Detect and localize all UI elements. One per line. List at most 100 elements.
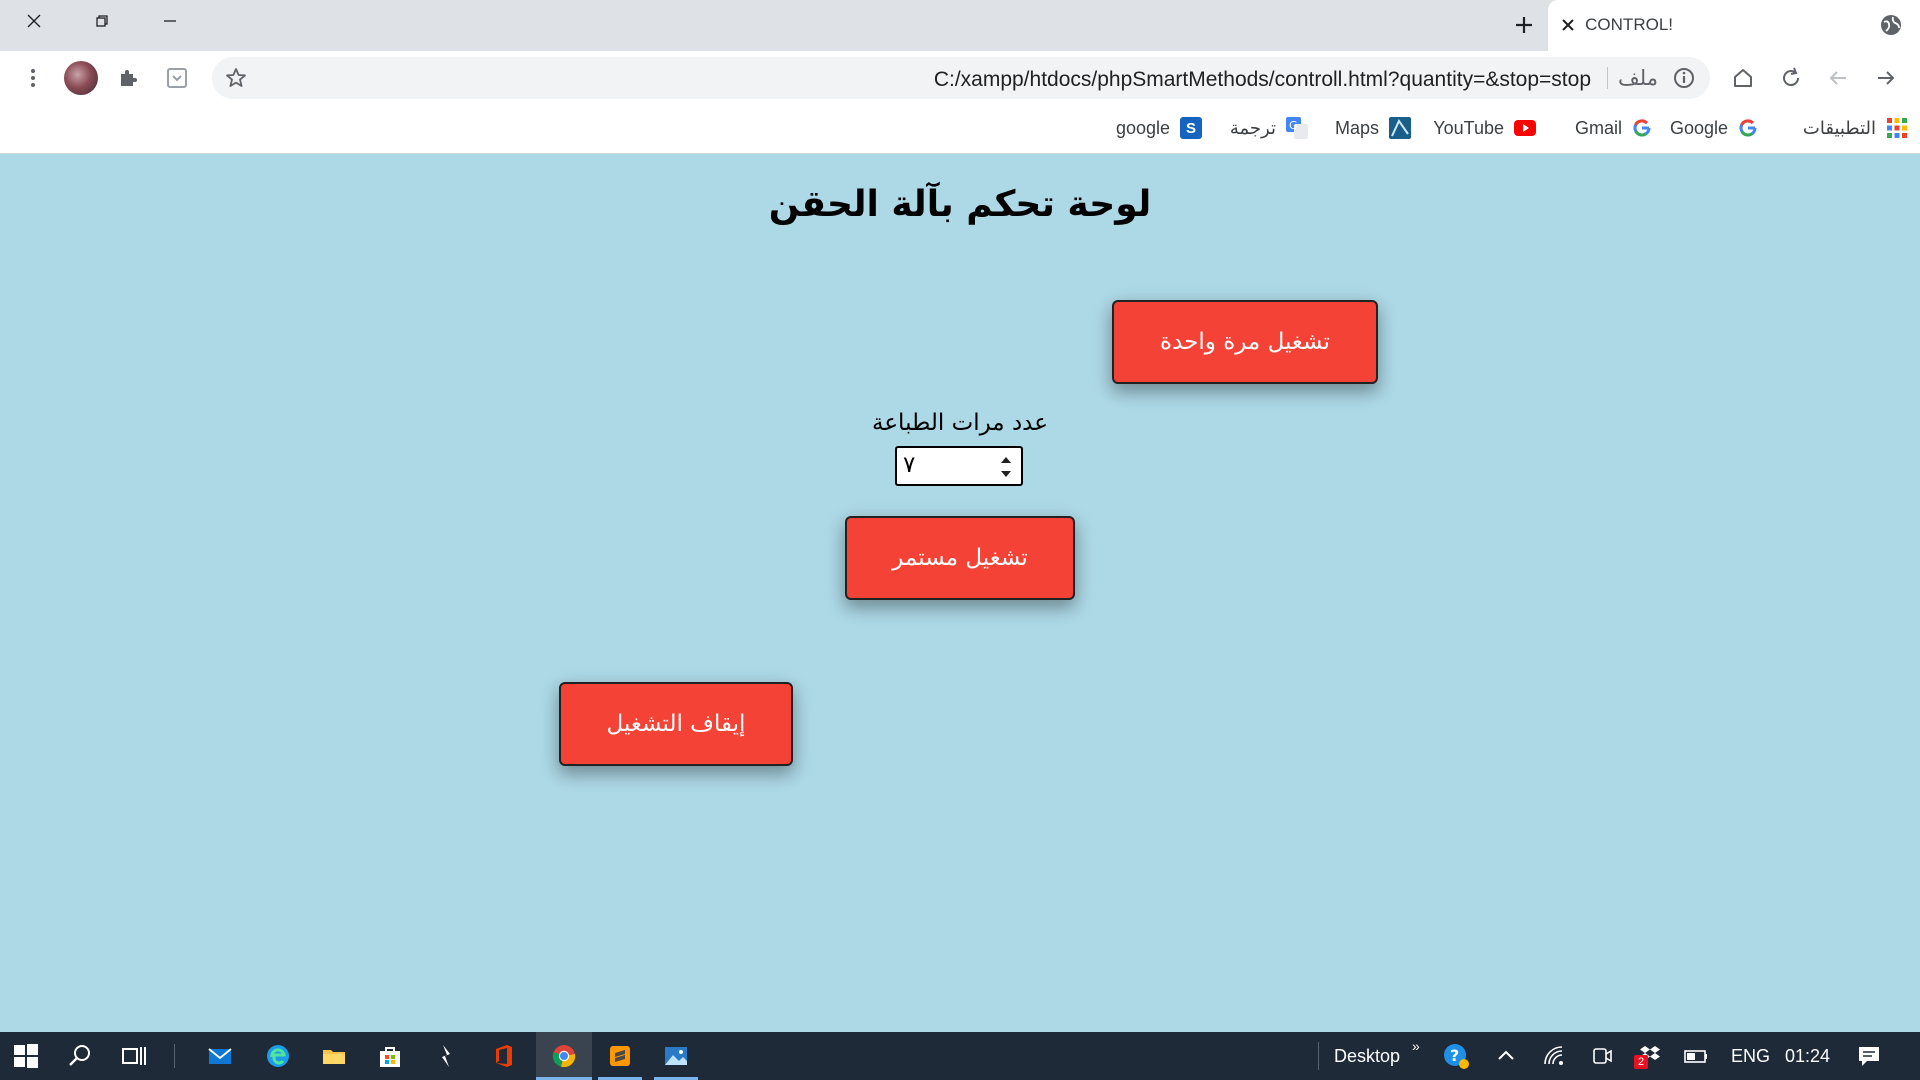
restore-icon: [96, 15, 108, 27]
new-tab-button[interactable]: [1512, 13, 1536, 37]
run-once-button[interactable]: تشغيل مرة واحدة: [1112, 300, 1378, 384]
edge-icon: [267, 1045, 289, 1067]
tab-close-icon[interactable]: [1559, 16, 1577, 34]
url-text[interactable]: C:/xampp/htdocs/phpSmartMethods/controll…: [934, 68, 1591, 92]
bookmark-maps[interactable]: Maps: [1335, 116, 1411, 140]
pocket-icon: [167, 68, 187, 88]
mail-icon: [208, 1048, 232, 1064]
pocket-extension-button[interactable]: [163, 64, 191, 92]
photos-icon: [665, 1047, 687, 1065]
browser-toolbar: C:/xampp/htdocs/phpSmartMethods/controll…: [0, 51, 1920, 105]
google-g-icon: [1633, 119, 1651, 137]
search-icon: [69, 1045, 90, 1066]
page-title: لوحة تحكم بآلة الحقن: [768, 184, 1152, 225]
help-question-icon: ?: [1444, 1044, 1469, 1069]
home-button[interactable]: [1729, 64, 1757, 92]
dropbox-tray-icon[interactable]: 2: [1634, 1040, 1666, 1072]
camera-icon: [1593, 1048, 1612, 1064]
forward-button[interactable]: [1872, 64, 1900, 92]
globe-icon: [1881, 15, 1901, 35]
bookmark-label: Gmail: [1574, 117, 1622, 138]
store-app[interactable]: [374, 1040, 406, 1072]
language-indicator[interactable]: ENG: [1731, 1046, 1770, 1067]
lightning-icon: [442, 1045, 450, 1067]
edge-app[interactable]: [262, 1040, 294, 1072]
bookmark-star-icon[interactable]: [224, 66, 248, 90]
lightning-app[interactable]: [430, 1040, 462, 1072]
window-close-button[interactable]: [0, 0, 68, 42]
bookmark-translate[interactable]: ترجمة G: [1230, 116, 1308, 140]
bookmark-label: Google: [1669, 117, 1728, 138]
clock[interactable]: 01:24: [1785, 1046, 1830, 1067]
chevron-up-icon: [1498, 1050, 1514, 1060]
task-view-icon: [122, 1047, 146, 1065]
info-icon[interactable]: [1672, 66, 1696, 90]
reload-icon: [1783, 67, 1800, 87]
help-tray-icon[interactable]: ?: [1440, 1040, 1472, 1072]
omnibox-divider: [1607, 67, 1608, 89]
bookmark-apps[interactable]: التطبيقات: [1803, 116, 1908, 140]
folder-icon: [323, 1050, 345, 1064]
meet-now-tray-icon[interactable]: [1586, 1040, 1618, 1072]
back-button[interactable]: [1824, 64, 1852, 92]
maps-icon: [1389, 117, 1411, 139]
task-view-button[interactable]: [118, 1040, 150, 1072]
puzzle-icon: [121, 70, 137, 86]
youtube-icon: [1514, 120, 1536, 136]
bookmark-youtube[interactable]: YouTube: [1433, 116, 1536, 140]
tab-control[interactable]: CONTROL!: [1548, 0, 1920, 51]
notification-icon: [1859, 1047, 1879, 1066]
s-icon: S: [1180, 117, 1202, 139]
window-minimize-button[interactable]: [136, 0, 204, 42]
bookmark-google-s[interactable]: google S: [1116, 116, 1202, 140]
google-g-icon: [1739, 119, 1757, 137]
chrome-app[interactable]: [548, 1040, 580, 1072]
bookmark-label: ترجمة: [1229, 117, 1276, 138]
browser-tab-strip: CONTROL!: [0, 0, 1920, 51]
address-bar[interactable]: C:/xampp/htdocs/phpSmartMethods/controll…: [212, 57, 1710, 99]
notification-badge: 2: [1634, 1055, 1648, 1069]
office-app[interactable]: [488, 1040, 520, 1072]
chevron-double-right-icon[interactable]: »: [1412, 1038, 1420, 1054]
chrome-icon: [552, 1045, 576, 1068]
extensions-button[interactable]: [114, 64, 142, 92]
translate-icon: G: [1286, 117, 1308, 139]
wifi-icon: [1544, 1046, 1563, 1065]
menu-button[interactable]: [19, 64, 47, 92]
show-hidden-icons-button[interactable]: [1490, 1040, 1522, 1072]
network-tray-icon[interactable]: [1538, 1040, 1570, 1072]
bookmark-google[interactable]: Google: [1670, 116, 1758, 140]
sublime-app[interactable]: [604, 1040, 636, 1072]
tray-divider: [1318, 1042, 1319, 1070]
windows-taskbar: Desktop » ? 2 ENG 01:24: [0, 1032, 1920, 1080]
run-continuous-button[interactable]: تشغيل مستمر: [845, 516, 1075, 600]
reload-button[interactable]: [1777, 64, 1805, 92]
window-restore-button[interactable]: [68, 0, 136, 42]
stop-button[interactable]: إيقاف التشغيل: [559, 682, 793, 766]
taskbar-divider: [174, 1044, 175, 1068]
action-center-button[interactable]: [1853, 1040, 1885, 1072]
file-explorer-app[interactable]: [318, 1040, 350, 1072]
apps-grid-icon: [1887, 118, 1907, 138]
photos-app[interactable]: [660, 1040, 692, 1072]
arrow-left-icon: [1829, 71, 1846, 85]
battery-tray-icon[interactable]: [1680, 1040, 1712, 1072]
bookmark-label: YouTube: [1433, 117, 1504, 138]
search-button[interactable]: [64, 1040, 96, 1072]
bookmark-label: التطبيقات: [1802, 117, 1876, 138]
office-icon: [496, 1045, 512, 1067]
desktop-toolbar-label[interactable]: Desktop: [1334, 1046, 1400, 1067]
tab-title: CONTROL!: [1585, 15, 1673, 34]
store-bag-icon: [380, 1047, 400, 1067]
profile-avatar[interactable]: [64, 61, 98, 95]
quantity-input[interactable]: ٧: [895, 446, 1023, 486]
start-button[interactable]: [10, 1040, 42, 1072]
quantity-value: ٧: [903, 452, 916, 478]
minimize-icon: [164, 20, 176, 22]
kebab-menu-icon: [31, 69, 35, 87]
mail-app[interactable]: [204, 1040, 236, 1072]
bookmark-gmail[interactable]: Gmail: [1575, 116, 1652, 140]
spin-arrows-icon[interactable]: [999, 453, 1013, 481]
page-content: لوحة تحكم بآلة الحقن تشغيل مرة واحدة عدد…: [0, 154, 1920, 1032]
close-icon: [27, 14, 41, 28]
